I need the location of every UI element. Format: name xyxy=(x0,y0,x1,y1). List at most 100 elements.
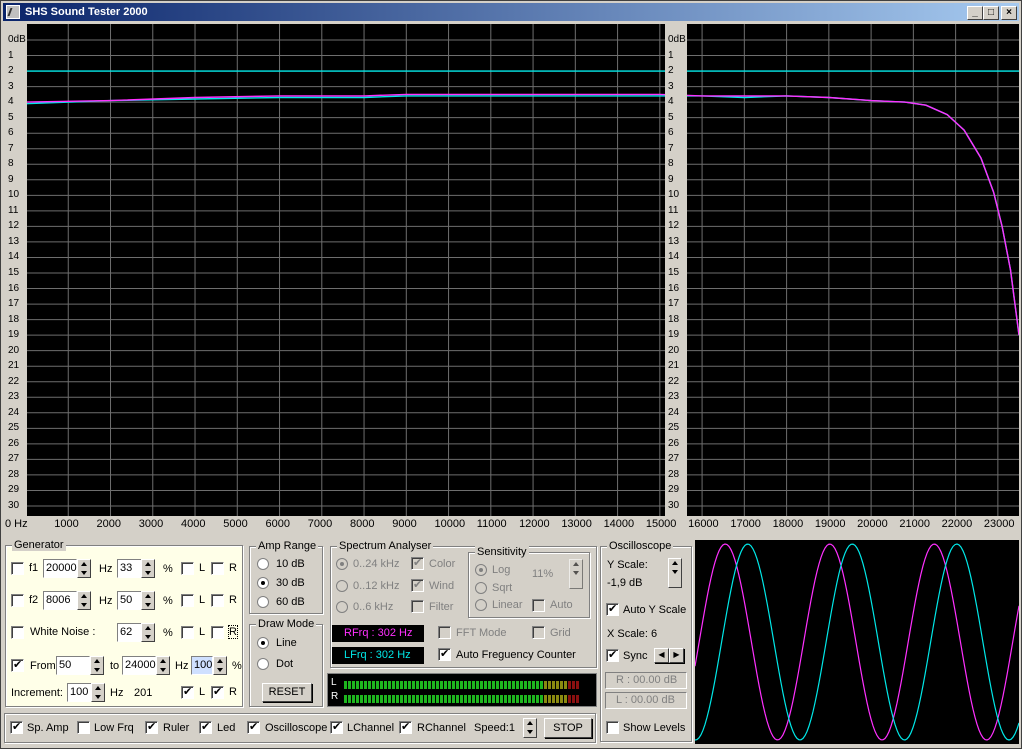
range-6k-radio[interactable] xyxy=(336,601,348,613)
color-checkbox[interactable] xyxy=(411,556,424,570)
ruler-checkbox[interactable] xyxy=(145,720,158,734)
range-24k-radio[interactable] xyxy=(336,558,348,570)
lchannel-checkbox[interactable] xyxy=(330,720,343,734)
white-noise-level-input[interactable]: 62 xyxy=(117,623,142,642)
spectrum-plot[interactable] xyxy=(5,24,1019,532)
f2-frequency-spinner[interactable] xyxy=(77,591,91,610)
f2-level-spinner[interactable] xyxy=(141,591,155,610)
rchannel-checkbox[interactable] xyxy=(399,720,412,734)
x-scale-left-button[interactable]: ◀ xyxy=(654,648,669,663)
sweep-left-checkbox[interactable] xyxy=(181,685,194,699)
grid-checkbox[interactable] xyxy=(532,626,545,639)
stop-button[interactable]: STOP xyxy=(544,718,592,738)
low-frq-checkbox[interactable] xyxy=(77,721,90,734)
sp-amp-checkbox[interactable] xyxy=(10,720,23,734)
title-bar[interactable]: SHS Sound Tester 2000 _ □ × xyxy=(3,3,1019,21)
wind-checkbox[interactable] xyxy=(411,578,424,592)
f1-frequency-input[interactable]: 20000 xyxy=(43,559,77,578)
noise-right-checkbox[interactable] xyxy=(211,626,224,639)
oscilloscope-display xyxy=(695,540,1019,744)
draw-dot-radio[interactable] xyxy=(257,658,269,670)
f2-checkbox[interactable] xyxy=(11,594,24,607)
meter-segment xyxy=(520,695,523,703)
fft-mode-checkbox[interactable] xyxy=(438,626,451,639)
x-scale-right-button[interactable]: ▶ xyxy=(669,648,684,663)
maximize-button[interactable]: □ xyxy=(983,6,999,20)
meter-segment xyxy=(488,695,491,703)
ruler-label: Ruler xyxy=(163,722,190,734)
f2-left-label: L xyxy=(199,594,206,606)
range-6k-label: 0..6 kHz xyxy=(353,601,394,613)
sens-linear-radio[interactable] xyxy=(475,599,487,611)
minimize-button[interactable]: _ xyxy=(967,6,983,20)
sweep-from-spinner[interactable] xyxy=(90,656,104,675)
meter-segment xyxy=(560,695,563,703)
sens-auto-checkbox[interactable] xyxy=(532,599,545,612)
f1-level-spinner[interactable] xyxy=(141,559,155,578)
increment-spinner[interactable] xyxy=(91,683,105,702)
x-tick-label: 0 Hz xyxy=(5,518,28,530)
low-frq-label: Low Frq xyxy=(94,722,134,734)
left-db-readout: L : 00.00 dB xyxy=(605,692,687,709)
y-tick-label: 5 xyxy=(8,111,14,123)
meter-segment xyxy=(428,695,431,703)
auto-y-scale-checkbox[interactable] xyxy=(606,602,619,616)
app-icon[interactable] xyxy=(6,5,20,19)
white-noise-level-spinner[interactable] xyxy=(141,623,155,642)
auto-counter-checkbox[interactable] xyxy=(438,647,451,661)
meter-segment xyxy=(420,681,423,689)
f1-level-input[interactable]: 33 xyxy=(117,559,142,578)
meter-segment xyxy=(464,681,467,689)
y-tick-label: 17 xyxy=(668,298,680,310)
sens-sqrt-radio[interactable] xyxy=(475,582,487,594)
filter-checkbox[interactable] xyxy=(411,600,424,613)
range-12k-radio[interactable] xyxy=(336,580,348,592)
increment-input[interactable]: 100 xyxy=(67,683,92,702)
sens-spinner[interactable] xyxy=(569,559,583,589)
draw-line-radio[interactable] xyxy=(257,637,269,649)
sens-log-radio[interactable] xyxy=(475,564,487,576)
close-button[interactable]: × xyxy=(1001,6,1017,20)
sync-checkbox[interactable] xyxy=(606,648,619,662)
amp-60db-radio[interactable] xyxy=(257,596,269,608)
sweep-checkbox[interactable] xyxy=(11,658,24,672)
left-channel-wave xyxy=(695,543,1019,741)
meter-segment xyxy=(388,681,391,689)
meter-segment xyxy=(508,681,511,689)
show-levels-checkbox[interactable] xyxy=(606,721,619,734)
meter-segment xyxy=(576,695,579,703)
sweep-from-input[interactable]: 50 xyxy=(56,656,90,675)
amp-30db-radio[interactable] xyxy=(257,577,269,589)
x-tick-label: 16000 xyxy=(688,518,719,530)
meter-segment xyxy=(512,681,515,689)
x-tick-label: 9000 xyxy=(392,518,417,530)
meter-bars xyxy=(344,681,579,703)
y-scale-spinner[interactable] xyxy=(668,558,682,588)
f2-frequency-input[interactable]: 8006 xyxy=(43,591,77,610)
amp-10db-radio[interactable] xyxy=(257,558,269,570)
y-tick-label: 29 xyxy=(668,484,680,496)
f2-left-checkbox[interactable] xyxy=(181,594,194,607)
sweep-level-input[interactable]: 100 xyxy=(191,656,213,675)
noise-left-label: L xyxy=(199,626,206,638)
f1-checkbox[interactable] xyxy=(11,562,24,575)
sensitivity-title: Sensitivity xyxy=(475,546,529,558)
speed-spinner[interactable] xyxy=(523,718,537,738)
sweep-to-spinner[interactable] xyxy=(156,656,170,675)
noise-left-checkbox[interactable] xyxy=(181,626,194,639)
f1-right-checkbox[interactable] xyxy=(211,562,224,575)
reset-button[interactable]: RESET xyxy=(262,683,312,702)
white-noise-checkbox[interactable] xyxy=(11,626,24,639)
f2-level-input[interactable]: 50 xyxy=(117,591,142,610)
sweep-right-checkbox[interactable] xyxy=(211,685,224,699)
meter-segment xyxy=(484,681,487,689)
f1-frequency-spinner[interactable] xyxy=(77,559,91,578)
oscilloscope-checkbox[interactable] xyxy=(247,720,260,734)
led-checkbox[interactable] xyxy=(199,720,212,734)
y-tick-label: 21 xyxy=(668,360,680,372)
f1-left-checkbox[interactable] xyxy=(181,562,194,575)
sweep-to-input[interactable]: 24000 xyxy=(122,656,156,675)
sweep-level-spinner[interactable] xyxy=(213,656,227,675)
f2-right-checkbox[interactable] xyxy=(211,594,224,607)
x-tick-label: 20000 xyxy=(857,518,888,530)
